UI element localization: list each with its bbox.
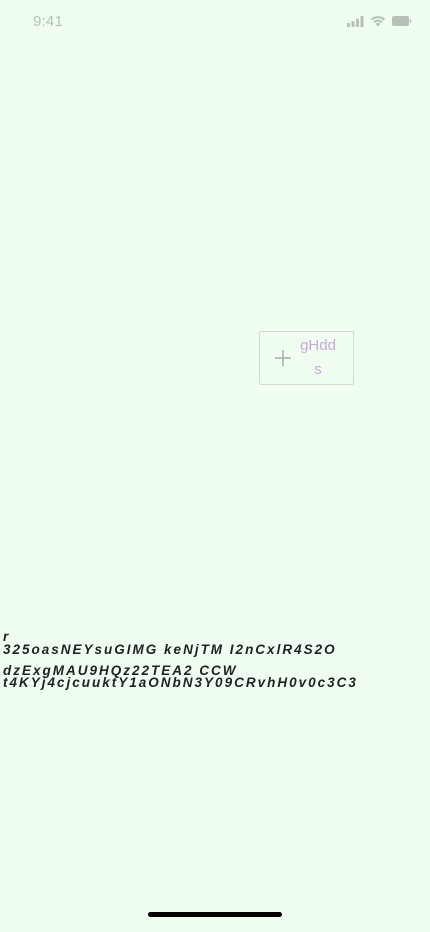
status-bar: 9:41 bbox=[0, 0, 430, 44]
plus-icon bbox=[274, 349, 292, 367]
text-line: 325oasNEYsuGIMG keNjTM I2nCxlR4S2O bbox=[3, 642, 337, 657]
battery-icon bbox=[392, 16, 412, 26]
status-time: 9:41 bbox=[33, 13, 63, 30]
status-icons bbox=[347, 15, 412, 27]
add-button[interactable]: gHdds bbox=[259, 331, 354, 385]
wifi-icon bbox=[370, 15, 386, 27]
add-button-label: gHdds bbox=[300, 337, 336, 378]
text-line: t4KYj4cjcuuktY1aONbN3Y09CRvhH0v0c3C3 bbox=[3, 675, 358, 690]
text-block: r 325oasNEYsuGIMG keNjTM I2nCxlR4S2O dzE… bbox=[3, 630, 427, 690]
home-indicator[interactable] bbox=[148, 912, 282, 917]
signal-icon bbox=[347, 15, 364, 27]
